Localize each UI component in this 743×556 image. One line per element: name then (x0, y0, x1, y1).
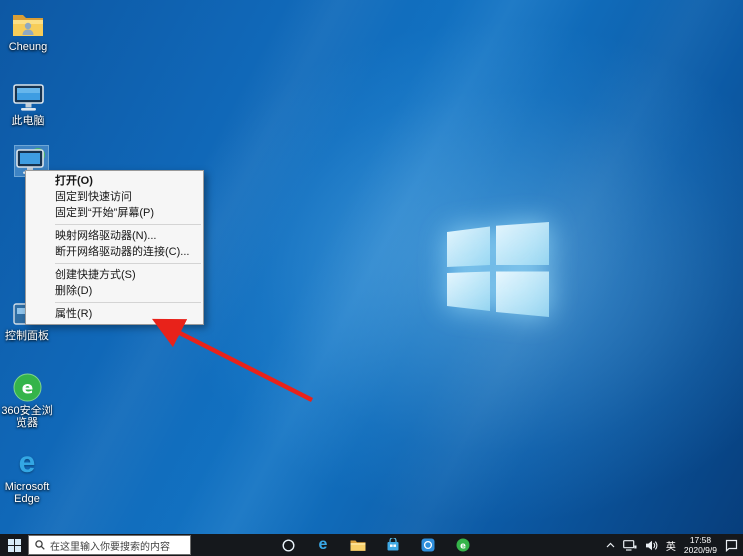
menu-item-pin-to-start[interactable]: 固定到“开始”屏幕(P) (26, 205, 203, 221)
svg-text:e: e (460, 541, 466, 551)
app-blue-button[interactable] (417, 534, 439, 556)
ime-indicator[interactable]: 英 (666, 538, 676, 553)
desktop-icon-label: Cheung (9, 41, 48, 53)
desktop-icon-user-folder[interactable]: Cheung (1, 8, 55, 53)
speaker-icon (645, 540, 658, 551)
network-icon (623, 540, 637, 551)
cortana-button[interactable] (277, 534, 299, 556)
start-button[interactable] (0, 534, 28, 556)
taskbar-app-icons: e e (277, 534, 474, 556)
menu-item-create-shortcut[interactable]: 创建快捷方式(S) (26, 267, 203, 283)
desktop-icon-label: 控制面板 (5, 330, 49, 342)
edge-taskbar-button[interactable]: e (312, 534, 334, 556)
file-explorer-button[interactable] (347, 534, 369, 556)
svg-text:e: e (21, 379, 33, 399)
action-center-icon (725, 539, 738, 552)
start-windows-icon (8, 539, 21, 552)
taskbar: 在这里输入你要搜索的内容 e (0, 534, 743, 556)
clock-date: 2020/9/9 (684, 545, 717, 555)
context-menu: 打开(O) 固定到快速访问 固定到“开始”屏幕(P) 映射网络驱动器(N)...… (25, 170, 204, 325)
desktop-icon-label: 360安全浏览器 (0, 405, 54, 429)
desktop-icon-label: Microsoft Edge (0, 481, 54, 505)
desktop-icon-360-browser[interactable]: e 360安全浏览器 (0, 372, 54, 429)
windows-hero-logo (447, 222, 549, 317)
search-placeholder: 在这里输入你要搜索的内容 (50, 538, 170, 553)
360-browser-taskbar-button[interactable]: e (452, 534, 474, 556)
menu-item-disconnect-network-drive[interactable]: 断开网络驱动器的连接(C)... (26, 244, 203, 260)
desktop-icon-edge[interactable]: e Microsoft Edge (0, 448, 54, 505)
system-tray: 英 17:58 2020/9/9 (606, 535, 743, 555)
network-tray-button[interactable] (623, 540, 637, 551)
action-center-button[interactable] (725, 539, 738, 552)
search-icon (35, 540, 45, 550)
microsoft-store-button[interactable] (382, 534, 404, 556)
menu-item-properties[interactable]: 属性(R) (26, 306, 203, 322)
app-blue-icon (421, 538, 435, 552)
menu-separator (55, 224, 201, 225)
desktop-icon-this-pc[interactable]: 此电脑 (1, 82, 55, 127)
volume-tray-button[interactable] (645, 540, 658, 551)
desktop[interactable]: Cheung 此电脑 (0, 0, 743, 534)
tray-expand-button[interactable] (606, 542, 615, 548)
menu-item-delete[interactable]: 删除(D) (26, 283, 203, 299)
clock-time: 17:58 (684, 535, 717, 545)
file-explorer-icon (350, 539, 366, 552)
menu-separator (55, 263, 201, 264)
taskbar-clock[interactable]: 17:58 2020/9/9 (684, 535, 717, 555)
user-folder-icon (12, 8, 44, 38)
edge-icon: e (319, 537, 328, 553)
edge-icon: e (19, 448, 36, 478)
cortana-icon (282, 539, 295, 552)
taskbar-search-input[interactable]: 在这里输入你要搜索的内容 (28, 535, 191, 555)
desktop-icon-label: 此电脑 (12, 115, 45, 127)
this-pc-icon (13, 82, 44, 112)
chevron-up-icon (606, 542, 615, 548)
menu-item-open[interactable]: 打开(O) (26, 173, 203, 189)
menu-item-map-network-drive[interactable]: 映射网络驱动器(N)... (26, 228, 203, 244)
360-browser-icon: e (456, 538, 470, 552)
microsoft-store-icon (386, 538, 400, 552)
menu-item-pin-to-quick-access[interactable]: 固定到快速访问 (26, 189, 203, 205)
menu-separator (55, 302, 201, 303)
360-browser-icon: e (13, 372, 42, 402)
